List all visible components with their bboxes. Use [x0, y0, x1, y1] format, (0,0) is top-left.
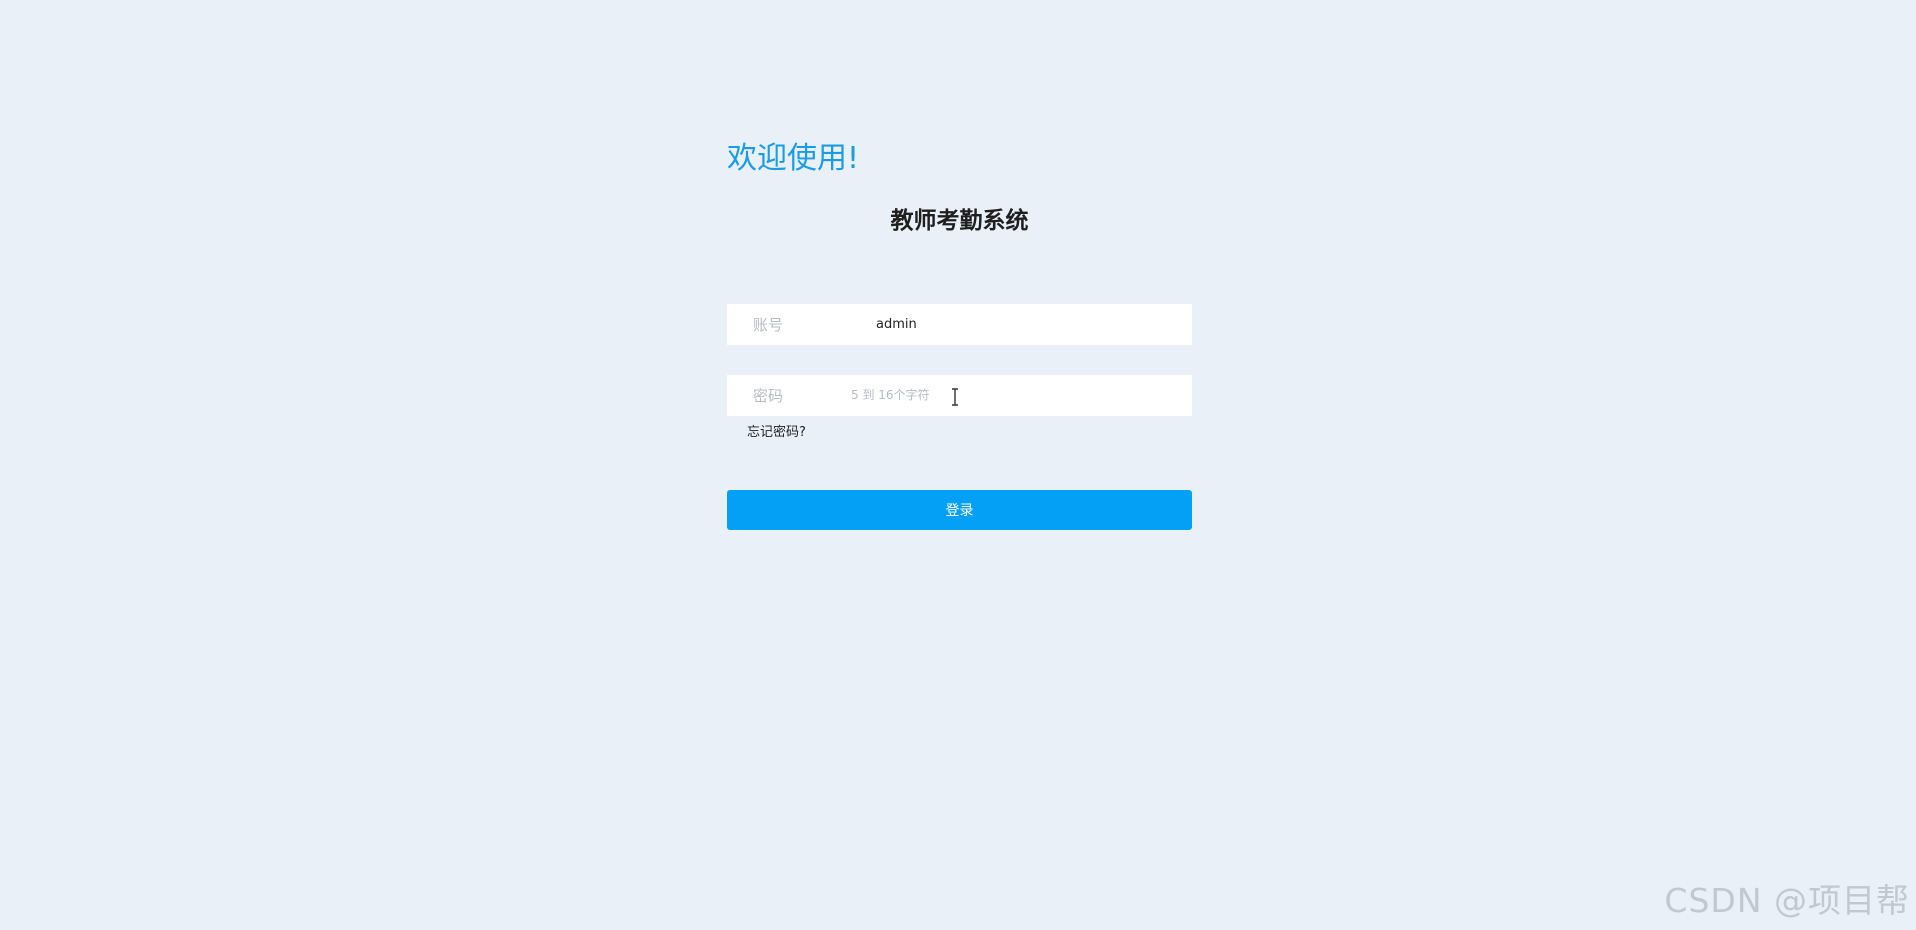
welcome-heading: 欢迎使用! — [727, 141, 860, 176]
login-panel: 欢迎使用! 教师考勤系统 账号 密码 忘记密码? 登录 — [727, 136, 1192, 530]
account-field[interactable]: 账号 — [727, 304, 1192, 345]
password-label: 密码 — [753, 387, 784, 405]
login-button[interactable]: 登录 — [727, 490, 1192, 530]
password-field[interactable]: 密码 — [727, 375, 1192, 416]
i-beam-cursor-icon — [952, 388, 958, 406]
watermark: CSDN @项目帮 — [1664, 881, 1910, 920]
account-input[interactable] — [876, 304, 1192, 345]
forgot-password-link[interactable]: 忘记密码? — [747, 421, 806, 440]
account-label: 账号 — [753, 316, 784, 334]
password-input[interactable] — [851, 375, 1192, 416]
system-title: 教师考勤系统 — [890, 208, 1029, 234]
login-page: 欢迎使用! 教师考勤系统 账号 密码 忘记密码? 登录 CSDN @项目帮 — [0, 0, 1916, 930]
